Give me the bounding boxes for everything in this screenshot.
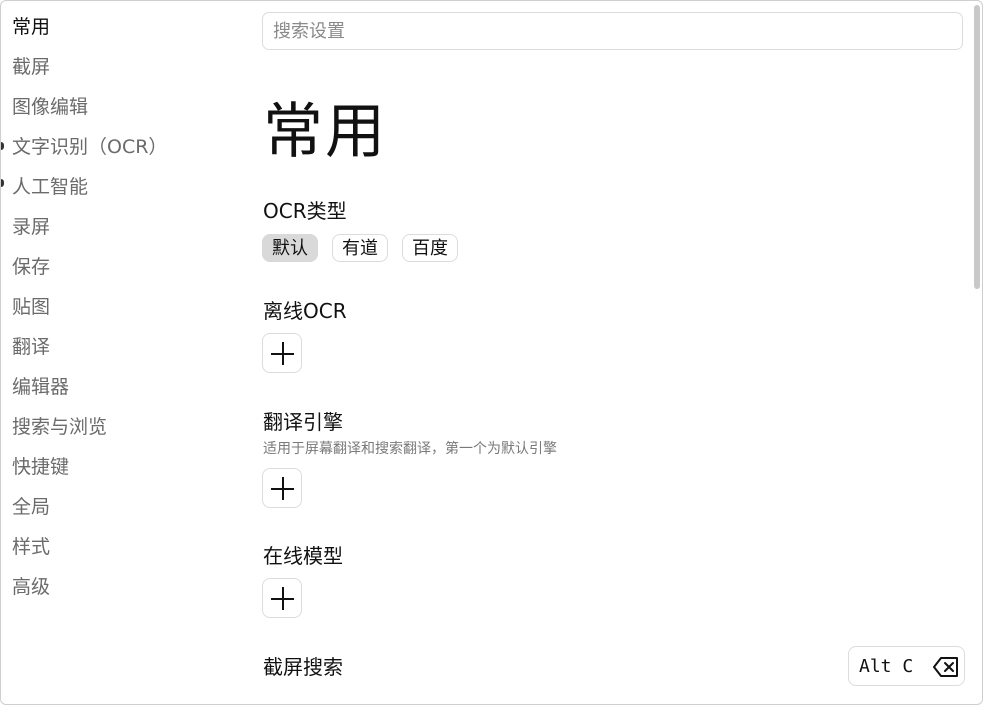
ocr-option-baidu[interactable]: 百度: [402, 234, 458, 262]
ocr-option-default[interactable]: 默认: [262, 234, 318, 262]
sidebar-item-image-edit[interactable]: 图像编辑: [12, 92, 88, 122]
sidebar-item-advanced[interactable]: 高级: [12, 572, 50, 602]
add-offline-ocr-button[interactable]: [262, 333, 302, 373]
add-online-model-button[interactable]: [262, 578, 302, 618]
sidebar: 常用 截屏 图像编辑 文字识别（OCR） 人工智能 录屏 保存 贴图 翻译 编辑…: [1, 1, 241, 704]
sidebar-item-save[interactable]: 保存: [12, 252, 50, 282]
sidebar-item-ocr[interactable]: 文字识别（OCR）: [12, 132, 167, 162]
sidebar-item-general[interactable]: 常用: [12, 12, 50, 42]
sidebar-item-shortcuts[interactable]: 快捷键: [12, 452, 69, 482]
scrollbar[interactable]: [974, 5, 980, 289]
sidebar-item-search-browse[interactable]: 搜索与浏览: [12, 412, 107, 442]
shortcut-recorder[interactable]: Alt C: [848, 646, 965, 686]
sidebar-item-editor[interactable]: 编辑器: [12, 372, 69, 402]
online-model-title: 在线模型: [263, 544, 343, 568]
ocr-type-title: OCR类型: [263, 199, 347, 223]
sidebar-item-ai[interactable]: 人工智能: [12, 172, 88, 202]
backspace-icon[interactable]: [933, 656, 959, 678]
translate-engine-desc: 适用于屏幕翻译和搜索翻译，第一个为默认引擎: [263, 441, 557, 457]
sidebar-item-global[interactable]: 全局: [12, 492, 50, 522]
shortcut-value: Alt C: [859, 656, 914, 677]
offline-ocr-title: 离线OCR: [263, 299, 347, 323]
sidebar-item-recording[interactable]: 录屏: [12, 212, 50, 242]
sidebar-item-translate[interactable]: 翻译: [12, 332, 50, 362]
translate-engine-title: 翻译引擎: [263, 410, 343, 434]
edge-marker: [1, 142, 4, 150]
sidebar-item-style[interactable]: 样式: [12, 532, 50, 562]
search-input[interactable]: [262, 12, 963, 50]
ocr-option-youdao[interactable]: 有道: [332, 234, 388, 262]
screenshot-search-title: 截屏搜索: [263, 655, 343, 679]
edge-marker: [1, 179, 4, 187]
add-translate-engine-button[interactable]: [262, 468, 302, 508]
sidebar-item-screenshot[interactable]: 截屏: [12, 52, 50, 82]
page-title: 常用: [263, 97, 387, 167]
sidebar-item-pin[interactable]: 贴图: [12, 292, 50, 322]
settings-window: 常用 截屏 图像编辑 文字识别（OCR） 人工智能 录屏 保存 贴图 翻译 编辑…: [0, 0, 983, 705]
